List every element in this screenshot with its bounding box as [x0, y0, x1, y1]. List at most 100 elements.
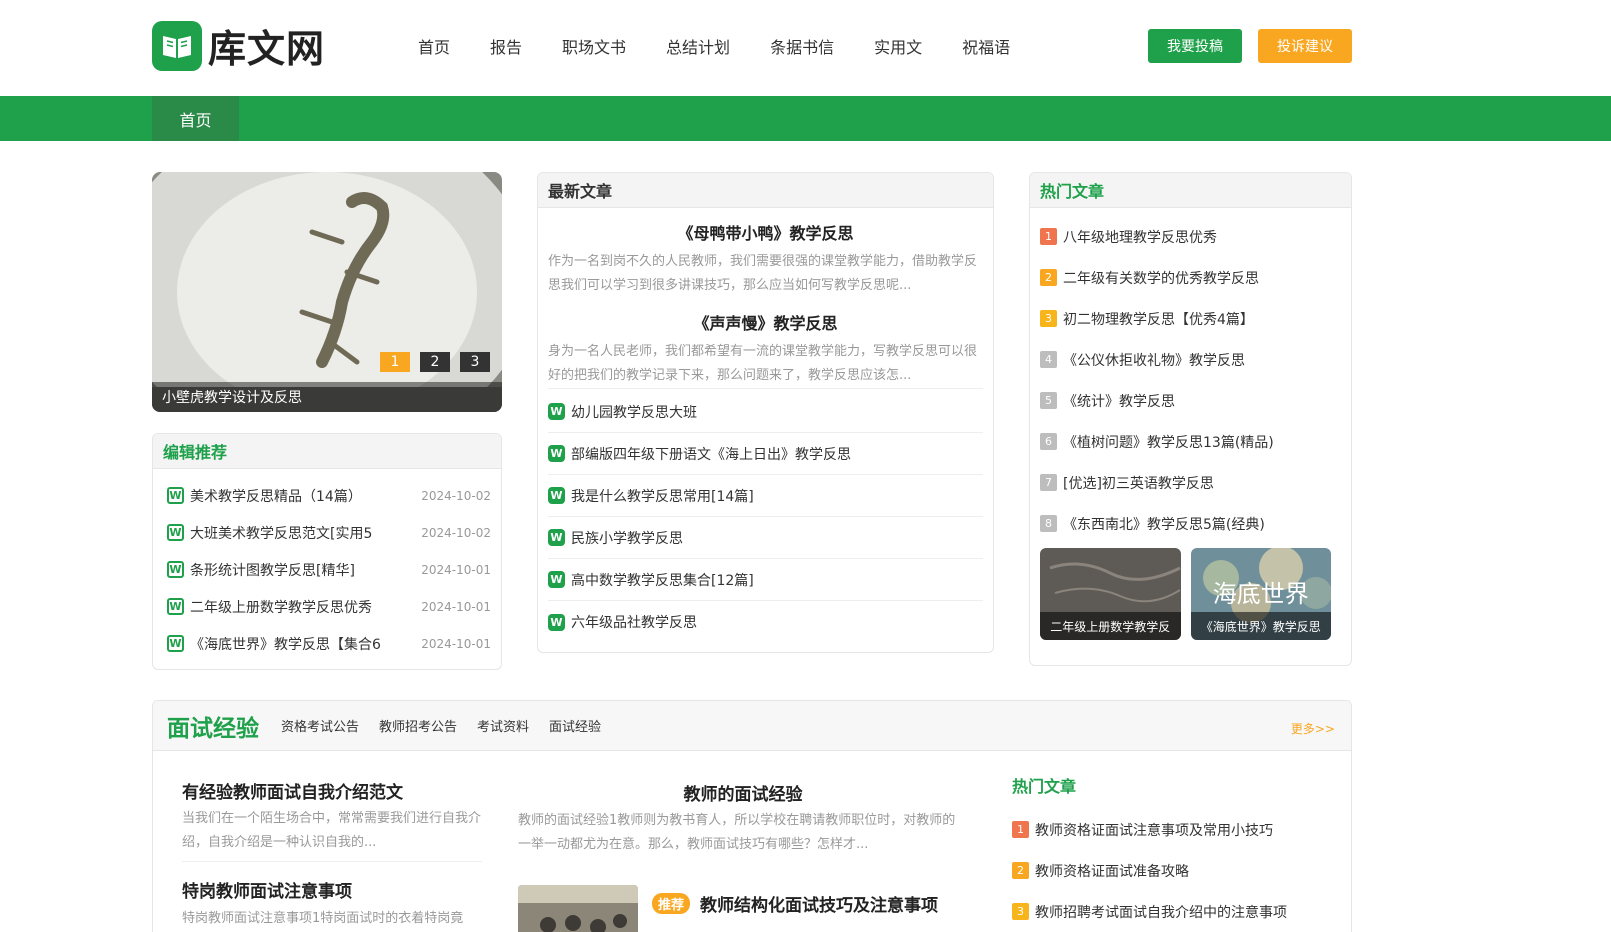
- featured-title[interactable]: 《母鸭带小鸭》教学反思: [548, 220, 983, 244]
- list-item[interactable]: W 六年级品社教学反思: [548, 601, 983, 643]
- item-title[interactable]: 初二物理教学反思【优秀4篇】: [1063, 309, 1254, 329]
- image-slider[interactable]: 1 2 3 小壁虎教学设计及反思: [152, 172, 502, 412]
- list-item[interactable]: 7 [优选]初三英语教学反思: [1030, 462, 1351, 503]
- item-date: 2024-10-02: [421, 525, 491, 540]
- article-title[interactable]: 有经验教师面试自我介绍范文: [182, 778, 403, 803]
- section-tab[interactable]: 教师招考公告: [379, 716, 457, 735]
- item-title[interactable]: 六年级品社教学反思: [571, 612, 697, 632]
- list-item[interactable]: 8 《东西南北》教学反思5篇(经典): [1030, 503, 1351, 544]
- word-doc-icon: W: [548, 487, 565, 504]
- panel-title: 编辑推荐: [153, 434, 501, 469]
- list-item[interactable]: W 我是什么教学反思常用[14篇]: [548, 475, 983, 517]
- item-title[interactable]: 《公仪休拒收礼物》教学反思: [1063, 350, 1245, 370]
- featured-summary: 身为一名人民老师，我们都希望有一流的课堂教学能力，写教学反思可以很好的把我们的教…: [548, 344, 978, 383]
- site-header: 库文网 首页 报告 职场文书 总结计划 条据书信 实用文 祝福语 我要投稿 投诉…: [0, 0, 1611, 96]
- list-item[interactable]: W 民族小学教学反思: [548, 517, 983, 559]
- item-title[interactable]: 教师招聘考试面试自我介绍中的注意事项: [1035, 902, 1287, 922]
- rank-badge: 2: [1012, 862, 1029, 879]
- slider-caption[interactable]: 小壁虎教学设计及反思: [152, 382, 502, 412]
- thumbnail-card[interactable]: 二年级上册数学教学反: [1040, 548, 1181, 640]
- thumbnail-caption[interactable]: 《海底世界》教学反思: [1190, 612, 1331, 640]
- article-summary: 当我们在一个陌生场合中，常常需要我们进行自我介绍，自我介绍是一种认识自我的...: [182, 811, 482, 850]
- list-item[interactable]: W 部编版四年级下册语文《海上日出》教学反思: [548, 433, 983, 475]
- list-item[interactable]: 3 初二物理教学反思【优秀4篇】: [1030, 298, 1351, 339]
- list-item[interactable]: W 条形统计图教学反思[精华] 2024-10-01: [153, 551, 501, 588]
- breadcrumb-home[interactable]: 首页: [152, 96, 239, 141]
- rank-badge: 5: [1040, 392, 1057, 409]
- list-item[interactable]: 2 教师资格证面试准备攻略: [1012, 850, 1287, 891]
- page: 库文网 首页 报告 职场文书 总结计划 条据书信 实用文 祝福语 我要投稿 投诉…: [0, 0, 1611, 932]
- item-title[interactable]: 高中数学教学反思集合[12篇]: [571, 570, 754, 590]
- list-item[interactable]: 4 《公仪休拒收礼物》教学反思: [1030, 339, 1351, 380]
- section-tab[interactable]: 面试经验: [549, 716, 601, 735]
- item-title[interactable]: 民族小学教学反思: [571, 528, 683, 548]
- list-item[interactable]: 2 二年级有关数学的优秀教学反思: [1030, 257, 1351, 298]
- item-title[interactable]: 二年级上册数学教学反思优秀: [190, 597, 415, 617]
- site-logo[interactable]: 库文网: [152, 18, 325, 73]
- thumbnail-overlay-text: 海底世界: [1212, 580, 1309, 608]
- section-tab[interactable]: 资格考试公告: [281, 716, 359, 735]
- item-date: 2024-10-02: [421, 488, 491, 503]
- slider-dot[interactable]: 1: [380, 352, 410, 372]
- slider-image: [152, 172, 502, 412]
- item-title[interactable]: 教师资格证面试注意事项及常用小技巧: [1035, 820, 1273, 840]
- thumbnail-card[interactable]: 海底世界 《海底世界》教学反思: [1190, 548, 1331, 640]
- item-title[interactable]: 《植树问题》教学反思13篇(精品): [1063, 432, 1274, 452]
- section-tab[interactable]: 考试资料: [477, 716, 529, 735]
- item-title[interactable]: 《统计》教学反思: [1063, 391, 1175, 411]
- item-title[interactable]: 教师资格证面试准备攻略: [1035, 861, 1189, 881]
- list-item[interactable]: W 高中数学教学反思集合[12篇]: [548, 559, 983, 601]
- more-link[interactable]: 更多>>: [1291, 720, 1335, 737]
- recommend-article[interactable]: 推荐 教师结构化面试技巧及注意事项: [652, 891, 938, 916]
- word-doc-icon: W: [548, 403, 565, 420]
- complaint-button[interactable]: 投诉建议: [1258, 29, 1352, 63]
- item-title[interactable]: 条形统计图教学反思[精华]: [190, 560, 415, 580]
- panel-title: 最新文章: [538, 173, 993, 208]
- nav-item[interactable]: 实用文: [874, 34, 922, 58]
- item-title[interactable]: 大班美术教学反思范文[实用5: [190, 523, 415, 543]
- item-date: 2024-10-01: [421, 599, 491, 614]
- item-title[interactable]: 《海底世界》教学反思【集合6: [190, 634, 415, 654]
- rank-badge: 6: [1040, 433, 1057, 450]
- item-title[interactable]: [优选]初三英语教学反思: [1063, 473, 1214, 493]
- item-title[interactable]: 部编版四年级下册语文《海上日出》教学反思: [571, 444, 851, 464]
- panel-title: 热门文章: [1030, 173, 1351, 208]
- list-item[interactable]: W 幼儿园教学反思大班: [548, 391, 983, 433]
- list-item[interactable]: 1 八年级地理教学反思优秀: [1030, 216, 1351, 257]
- item-title[interactable]: 《东西南北》教学反思5篇(经典): [1063, 514, 1265, 534]
- slider-dot[interactable]: 3: [460, 352, 490, 372]
- submit-button[interactable]: 我要投稿: [1148, 29, 1242, 63]
- item-title[interactable]: 二年级有关数学的优秀教学反思: [1063, 268, 1259, 288]
- word-doc-icon: W: [548, 571, 565, 588]
- word-doc-icon: W: [167, 524, 184, 541]
- list-item[interactable]: 3 教师招聘考试面试自我介绍中的注意事项: [1012, 891, 1287, 932]
- thumbnail-caption[interactable]: 二年级上册数学教学反: [1040, 612, 1181, 640]
- item-title[interactable]: 幼儿园教学反思大班: [571, 402, 697, 422]
- section-header: 面试经验 资格考试公告 教师招考公告 考试资料 面试经验 更多>>: [153, 701, 1351, 751]
- list-item[interactable]: W 《海底世界》教学反思【集合6 2024-10-01: [153, 625, 501, 662]
- list-item[interactable]: W 二年级上册数学教学反思优秀 2024-10-01: [153, 588, 501, 625]
- article-title[interactable]: 教师的面试经验: [518, 780, 968, 805]
- nav-item[interactable]: 条据书信: [770, 34, 834, 58]
- list-item[interactable]: 5 《统计》教学反思: [1030, 380, 1351, 421]
- list-item[interactable]: W 美术教学反思精品（14篇） 2024-10-02: [153, 477, 501, 514]
- rank-badge: 8: [1040, 515, 1057, 532]
- nav-item[interactable]: 报告: [490, 34, 522, 58]
- list-item[interactable]: 6 《植树问题》教学反思13篇(精品): [1030, 421, 1351, 462]
- list-item[interactable]: 1 教师资格证面试注意事项及常用小技巧: [1012, 809, 1287, 850]
- featured-title[interactable]: 《声声慢》教学反思: [548, 310, 983, 334]
- recommend-thumbnail[interactable]: [518, 885, 638, 932]
- word-doc-icon: W: [167, 598, 184, 615]
- nav-item[interactable]: 职场文书: [562, 34, 626, 58]
- item-title[interactable]: 美术教学反思精品（14篇）: [190, 486, 415, 506]
- nav-item[interactable]: 祝福语: [962, 34, 1010, 58]
- main-nav: 首页 报告 职场文书 总结计划 条据书信 实用文 祝福语: [418, 34, 1050, 58]
- nav-item[interactable]: 总结计划: [666, 34, 730, 58]
- item-title[interactable]: 我是什么教学反思常用[14篇]: [571, 486, 754, 506]
- nav-item[interactable]: 首页: [418, 34, 450, 58]
- article-title[interactable]: 教师结构化面试技巧及注意事项: [700, 891, 938, 916]
- article-title[interactable]: 特岗教师面试注意事项: [182, 877, 352, 902]
- slider-dot[interactable]: 2: [420, 352, 450, 372]
- item-title[interactable]: 八年级地理教学反思优秀: [1063, 227, 1217, 247]
- list-item[interactable]: W 大班美术教学反思范文[实用5 2024-10-02: [153, 514, 501, 551]
